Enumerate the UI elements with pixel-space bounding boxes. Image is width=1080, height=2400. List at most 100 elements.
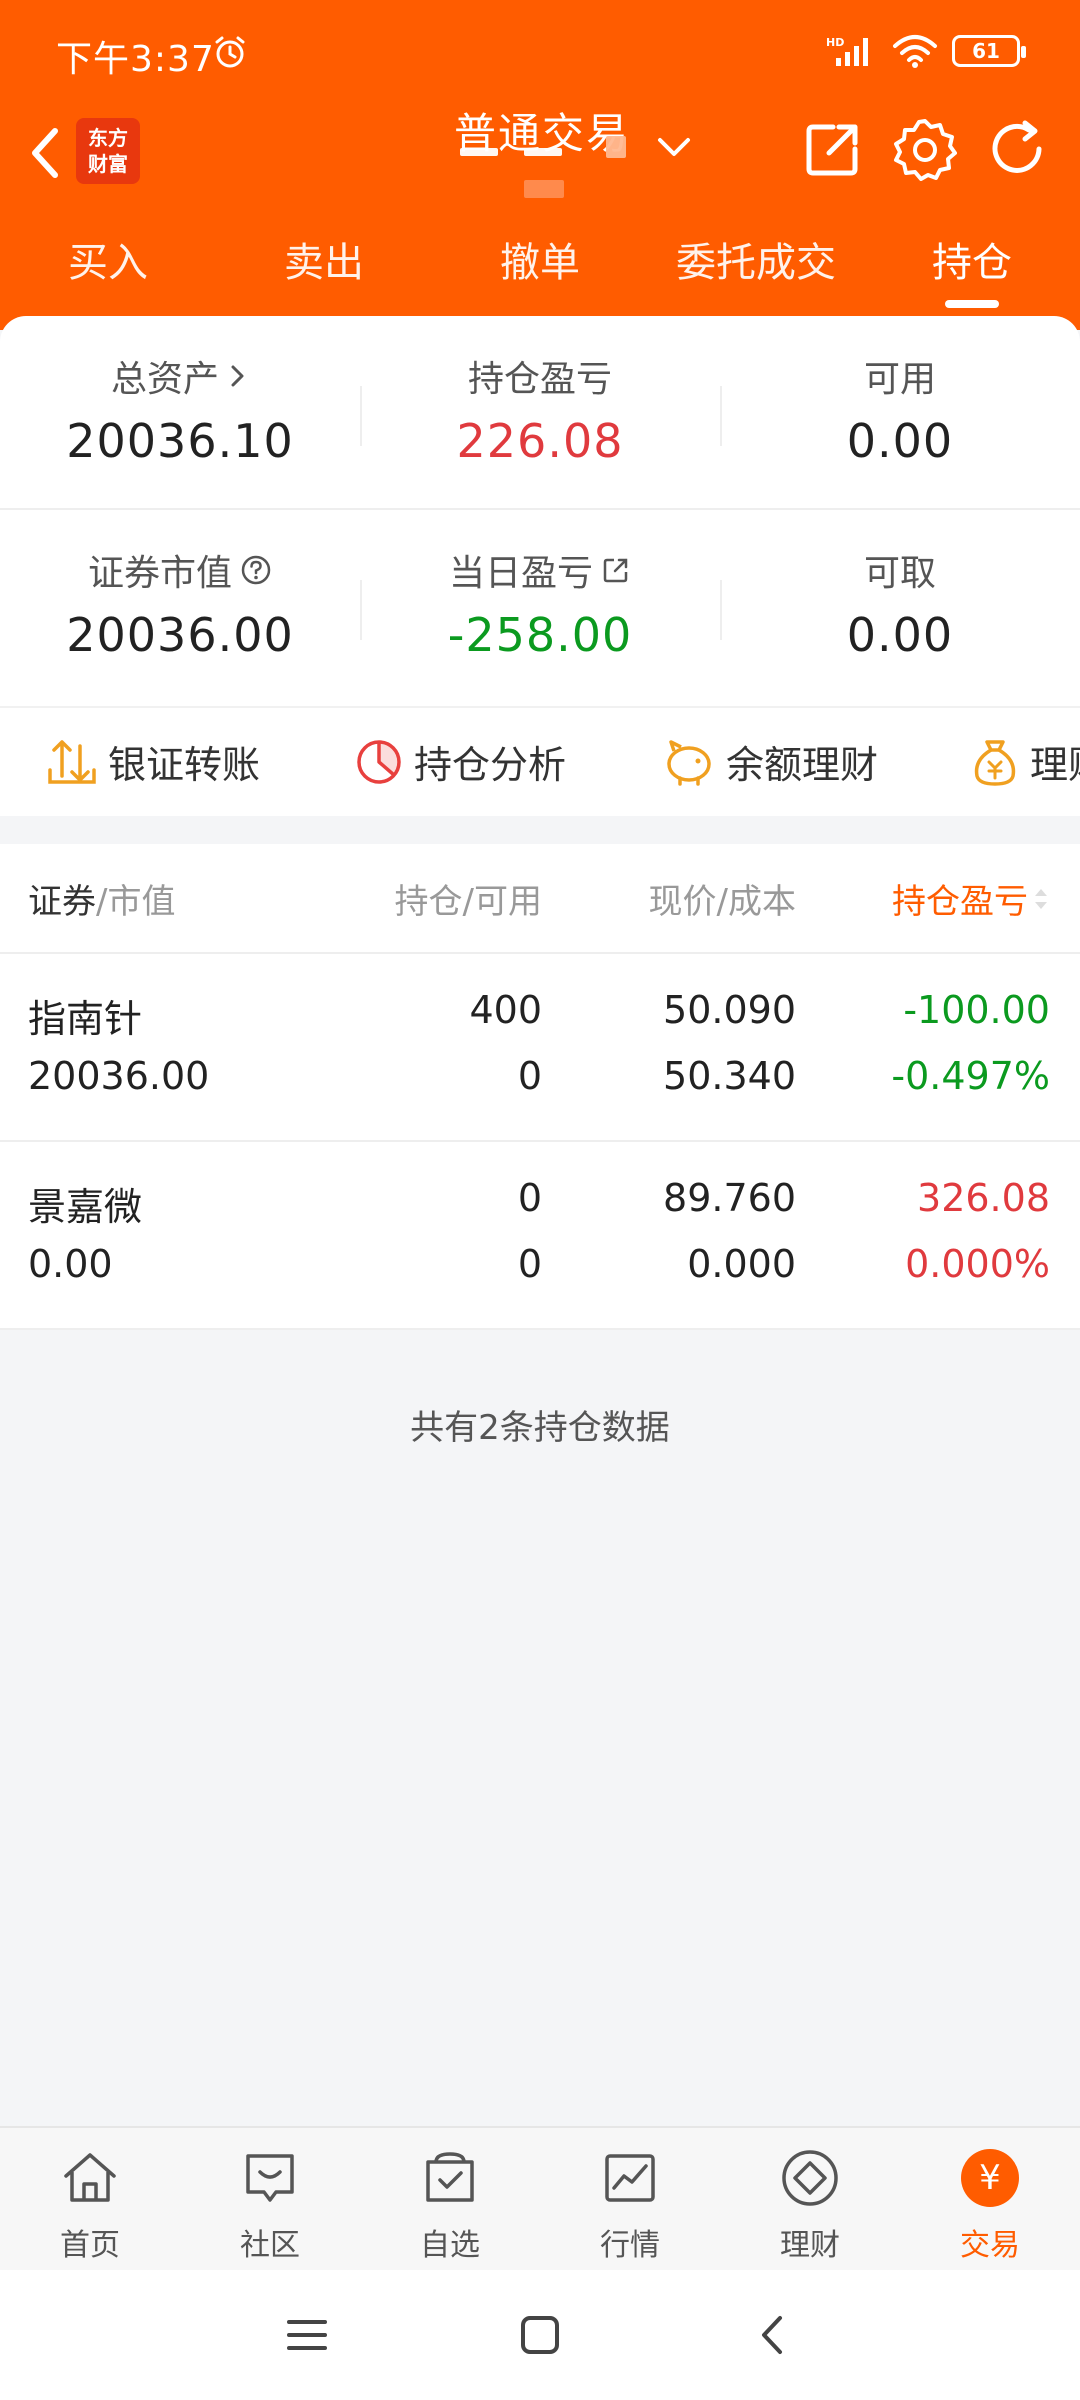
brand-logo[interactable]: 东方 财富 (76, 118, 140, 184)
total-assets-label: 总资产 (110, 359, 219, 400)
piggy-bank-icon (667, 739, 711, 786)
nav-wealth[interactable]: 理财 (720, 2128, 900, 2270)
refresh-button[interactable] (984, 116, 1050, 182)
positions-count-note: 共有2条持仓数据 (410, 1408, 670, 1448)
table-row[interactable]: 指南针 20036.00 400 0 50.090 50.340 -100.00… (0, 954, 1080, 1142)
col-price-cost: 现价/成本 (648, 882, 796, 922)
col-holding-pl-sort[interactable]: 持仓盈亏 (892, 874, 1050, 923)
app-root: 下午3:37 HD 61 东方 财富 普通交易 买入 卖出 撤单 委托成交 持仓… (0, 0, 1080, 2400)
nav-label: 行情 (600, 2228, 660, 2263)
battery-icon: 61 (952, 35, 1026, 67)
sort-icon (1035, 888, 1047, 909)
quick-link-label: 理财 (1030, 743, 1080, 787)
battery-level: 61 (972, 39, 1000, 63)
quick-link-balance-wealth[interactable]: 余额理财 (662, 734, 878, 789)
tab-positions[interactable]: 持仓 (864, 220, 1080, 320)
quick-links: 银证转账 持仓分析 余额理财 理财 (0, 706, 1080, 816)
status-time: 下午3:37 (56, 39, 215, 80)
available-value: 0.00 (846, 414, 954, 468)
account-summary: 总资产 20036.10 持仓盈亏 226.08 可用 0.00 证券市值 20… (0, 316, 1080, 706)
market-value-value: 20036.00 (66, 608, 294, 662)
withdrawable-value: 0.00 (846, 608, 954, 662)
back-button[interactable] (20, 120, 70, 186)
alarm-icon (215, 36, 245, 68)
tab-orders-deals[interactable]: 委托成交 (648, 220, 864, 320)
cost-price: 50.340 (663, 1054, 796, 1098)
bottom-nav: 首页 社区 自选 行情 理财 ¥ 交易 (0, 2126, 1080, 2270)
nav-community[interactable]: 社区 (180, 2128, 360, 2270)
security-market-value: 0.00 (28, 1242, 113, 1286)
trade-glyph: ¥ (961, 2149, 1019, 2207)
quick-link-label: 持仓分析 (414, 743, 567, 787)
available-label: 可用 (863, 359, 936, 400)
nav-trade[interactable]: ¥ 交易 (900, 2128, 1080, 2270)
home-button[interactable] (505, 2300, 575, 2370)
redaction-mark (606, 136, 626, 158)
status-bar: 下午3:37 HD 61 (0, 0, 1080, 106)
trade-icon: ¥ (958, 2146, 1022, 2210)
brand-line-2: 财富 (88, 152, 128, 176)
quick-link-position-analysis[interactable]: 持仓分析 (354, 734, 566, 789)
quick-link-wealth[interactable]: 理财 (970, 734, 1080, 789)
transfer-icon (48, 739, 96, 784)
signal-icon: HD (826, 36, 868, 66)
market-value-label-wrap: 证券市值 (0, 544, 360, 596)
col-holding-pl-label: 持仓盈亏 (892, 882, 1028, 922)
table-header: 证券/市值 持仓/可用 现价/成本 持仓盈亏 (0, 844, 1080, 954)
nav-label: 交易 (960, 2228, 1020, 2263)
settings-button[interactable] (892, 116, 958, 182)
summary-row: 证券市值 20036.00 当日盈亏 -258.00 可取 0.00 (0, 510, 1080, 704)
tab-buy[interactable]: 买入 (0, 220, 216, 320)
brand-line-1: 东方 (88, 126, 128, 150)
market-value-label: 证券市值 (87, 553, 232, 594)
col-position-available: 持仓/可用 (394, 882, 542, 922)
nav-market[interactable]: 行情 (540, 2128, 720, 2270)
nav-watchlist[interactable]: 自选 (360, 2128, 540, 2270)
home-icon (58, 2146, 122, 2210)
position-qty: 0 (517, 1176, 542, 1220)
tab-cancel-order[interactable]: 撤单 (432, 220, 648, 320)
col-market-value-label: /市值 (96, 882, 176, 922)
market-value-cell: 证券市值 20036.00 (0, 510, 360, 704)
position-qty: 400 (469, 988, 542, 1032)
total-assets-label-wrap: 总资产 (0, 350, 360, 402)
refresh-icon (992, 120, 1042, 173)
holding-pl-pct: 0.000% (905, 1242, 1050, 1286)
money-bag-icon (974, 739, 1016, 786)
tab-sell[interactable]: 卖出 (216, 220, 432, 320)
daily-pl-cell[interactable]: 当日盈亏 -258.00 (360, 510, 720, 704)
redaction-mark (460, 148, 498, 156)
available-qty: 0 (517, 1242, 542, 1286)
daily-pl-label-wrap: 当日盈亏 (360, 544, 720, 596)
wifi-icon (893, 35, 937, 68)
holding-pl-label: 持仓盈亏 (467, 359, 612, 400)
summary-row: 总资产 20036.10 持仓盈亏 226.08 可用 0.00 (0, 316, 1080, 510)
nav-label: 首页 (60, 2228, 120, 2263)
total-assets-cell[interactable]: 总资产 20036.10 (0, 316, 360, 508)
help-icon[interactable] (240, 554, 272, 586)
menu-button[interactable] (272, 2300, 342, 2370)
cost-price: 0.000 (687, 1242, 796, 1286)
holding-pl-cell: 持仓盈亏 226.08 (360, 316, 720, 508)
security-name: 景嘉微 (28, 1185, 143, 1229)
share-button[interactable] (800, 116, 866, 182)
nav-home[interactable]: 首页 (0, 2128, 180, 2270)
quick-link-bank-transfer[interactable]: 银证转账 (46, 734, 260, 789)
nav-label: 社区 (240, 2228, 300, 2263)
holding-pl: -100.00 (903, 988, 1050, 1032)
holding-pl-pct: -0.497% (891, 1054, 1050, 1098)
positions-table: 证券/市值 持仓/可用 现价/成本 持仓盈亏 指南针 20036.00 400 … (0, 844, 1080, 1330)
share-icon (806, 124, 858, 176)
withdrawable-label: 可取 (863, 553, 936, 594)
nav-label: 理财 (780, 2228, 840, 2263)
holding-pl: 326.08 (917, 1176, 1050, 1220)
community-icon (238, 2146, 302, 2210)
system-back-button[interactable] (738, 2300, 808, 2370)
wealth-icon (778, 2146, 842, 2210)
daily-pl-label: 当日盈亏 (448, 553, 593, 594)
header: 下午3:37 HD 61 东方 财富 普通交易 买入 卖出 撤单 委托成交 持仓 (0, 0, 1080, 330)
available-cell: 可用 0.00 (720, 316, 1080, 508)
quick-link-label: 余额理财 (726, 743, 879, 787)
account-title-selector[interactable]: 普通交易 (440, 100, 700, 210)
table-row[interactable]: 景嘉微 0.00 0 0 89.760 0.000 326.08 0.000% (0, 1142, 1080, 1330)
